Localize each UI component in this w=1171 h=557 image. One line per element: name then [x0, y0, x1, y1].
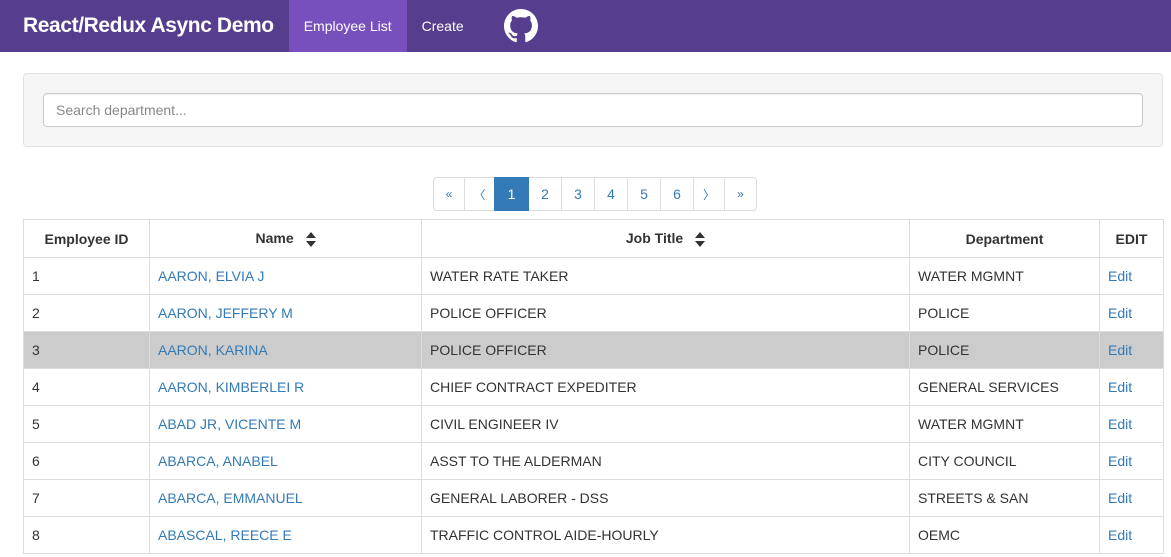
employee-name-link[interactable]: ABARCA, EMMANUEL: [158, 490, 303, 506]
cell-edit[interactable]: Edit: [1099, 442, 1164, 480]
page-6-button[interactable]: 6: [660, 177, 694, 211]
cell-job-title: CIVIL ENGINEER IV: [421, 405, 910, 443]
cell-job-title: CHIEF CONTRACT EXPEDITER: [421, 368, 910, 406]
github-link[interactable]: [479, 0, 538, 52]
table-row[interactable]: 7 ABARCA, EMMANUEL GENERAL LABORER - DSS ST…: [23, 479, 1164, 517]
cell-edit[interactable]: Edit: [1099, 368, 1164, 406]
cell-job-title: POLICE OFFICER: [421, 294, 910, 332]
edit-link[interactable]: Edit: [1108, 268, 1132, 284]
cell-department: GENERAL SERVICES: [909, 368, 1100, 406]
cell-department: WATER MGMNT: [909, 405, 1100, 443]
page-3-button[interactable]: 3: [561, 177, 595, 211]
edit-link[interactable]: Edit: [1108, 490, 1132, 506]
table-row[interactable]: 6 ABARCA, ANABEL ASST TO THE ALDERMAN CITY …: [23, 442, 1164, 480]
table-row[interactable]: 5 ABAD JR, VICENTE M CIVIL ENGINEER IV WATE…: [23, 405, 1164, 443]
cell-name[interactable]: ABASCAL, REECE E: [149, 516, 422, 554]
employee-name-link[interactable]: ABARCA, ANABEL: [158, 453, 278, 469]
nav-create[interactable]: Create: [407, 0, 479, 52]
cell-edit[interactable]: Edit: [1099, 479, 1164, 517]
page-1-button[interactable]: 1: [494, 177, 529, 211]
cell-employee-id: 8: [23, 516, 150, 554]
cell-employee-id: 4: [23, 368, 150, 406]
header-employee-id: Employee ID: [23, 219, 150, 258]
employee-name-link[interactable]: ABAD JR, VICENTE M: [158, 416, 301, 432]
cell-employee-id: 5: [23, 405, 150, 443]
employee-name-link[interactable]: ABASCAL, REECE E: [158, 527, 292, 543]
cell-department: POLICE: [909, 294, 1100, 332]
page-2-button[interactable]: 2: [528, 177, 562, 211]
cell-edit[interactable]: Edit: [1099, 331, 1164, 369]
header-department: Department: [909, 219, 1100, 258]
edit-link[interactable]: Edit: [1108, 342, 1132, 358]
table-row[interactable]: 1 AARON, ELVIA J WATER RATE TAKER WATER MGM…: [23, 257, 1164, 295]
cell-job-title: TRAFFIC CONTROL AIDE-HOURLY: [421, 516, 910, 554]
edit-link[interactable]: Edit: [1108, 527, 1132, 543]
employee-name-link[interactable]: AARON, KARINA: [158, 342, 268, 358]
cell-department: OEMC: [909, 516, 1100, 554]
cell-edit[interactable]: Edit: [1099, 294, 1164, 332]
cell-name[interactable]: ABARCA, ANABEL: [149, 442, 422, 480]
cell-job-title: POLICE OFFICER: [421, 331, 910, 369]
header-edit: EDIT: [1099, 219, 1164, 258]
cell-edit[interactable]: Edit: [1099, 405, 1164, 443]
search-panel: [23, 73, 1163, 147]
header-name[interactable]: Name: [149, 219, 422, 258]
app-brand[interactable]: React/Redux Async Demo: [0, 0, 289, 52]
cell-name[interactable]: AARON, KIMBERLEI R: [149, 368, 422, 406]
table-row[interactable]: 8 ABASCAL, REECE E TRAFFIC CONTROL AIDE-HO…: [23, 516, 1164, 554]
pagination: « 〈 1 2 3 4 5 6 〉 »: [433, 177, 757, 211]
table-row[interactable]: 4 AARON, KIMBERLEI R CHIEF CONTRACT EXPEDI…: [23, 368, 1164, 406]
cell-edit[interactable]: Edit: [1099, 516, 1164, 554]
edit-link[interactable]: Edit: [1108, 379, 1132, 395]
page-4-button[interactable]: 4: [594, 177, 628, 211]
cell-department: STREETS & SAN: [909, 479, 1100, 517]
cell-name[interactable]: ABARCA, EMMANUEL: [149, 479, 422, 517]
cell-employee-id: 7: [23, 479, 150, 517]
sort-icon[interactable]: [695, 231, 706, 247]
page-last-button[interactable]: »: [724, 177, 757, 211]
cell-job-title: WATER RATE TAKER: [421, 257, 910, 295]
nav-employee-list[interactable]: Employee List: [288, 0, 407, 52]
page-first-button[interactable]: «: [433, 177, 465, 211]
cell-job-title: GENERAL LABORER - DSS: [421, 479, 910, 517]
table-row[interactable]: 2 AARON, JEFFERY M POLICE OFFICER POLICE Edi…: [23, 294, 1164, 332]
search-input[interactable]: [43, 93, 1143, 127]
table-body: 1 AARON, ELVIA J WATER RATE TAKER WATER MGM…: [23, 257, 1164, 554]
cell-department: WATER MGMNT: [909, 257, 1100, 295]
cell-name[interactable]: ABAD JR, VICENTE M: [149, 405, 422, 443]
edit-link[interactable]: Edit: [1108, 305, 1132, 321]
cell-department: POLICE: [909, 331, 1100, 369]
cell-employee-id: 3: [23, 331, 150, 369]
employee-table: Employee ID Name Job Title Department ED…: [23, 219, 1164, 554]
cell-employee-id: 2: [23, 294, 150, 332]
edit-link[interactable]: Edit: [1108, 453, 1132, 469]
cell-job-title: ASST TO THE ALDERMAN: [421, 442, 910, 480]
page-5-button[interactable]: 5: [627, 177, 661, 211]
edit-link[interactable]: Edit: [1108, 416, 1132, 432]
cell-name[interactable]: AARON, JEFFERY M: [149, 294, 422, 332]
cell-name[interactable]: AARON, KARINA: [149, 331, 422, 369]
cell-employee-id: 6: [23, 442, 150, 480]
employee-name-link[interactable]: AARON, ELVIA J: [158, 268, 264, 284]
cell-name[interactable]: AARON, ELVIA J: [149, 257, 422, 295]
page-prev-button[interactable]: 〈: [464, 177, 495, 211]
cell-department: CITY COUNCIL: [909, 442, 1100, 480]
top-navbar: React/Redux Async Demo Employee List Cre…: [0, 0, 1171, 52]
page-next-button[interactable]: 〉: [693, 177, 725, 211]
table-row[interactable]: 3 AARON, KARINA POLICE OFFICER POLICE Edit: [23, 331, 1164, 369]
employee-name-link[interactable]: AARON, JEFFERY M: [158, 305, 293, 321]
github-icon: [503, 9, 538, 43]
cell-employee-id: 1: [23, 257, 150, 295]
cell-edit[interactable]: Edit: [1099, 257, 1164, 295]
table-header-row: Employee ID Name Job Title Department ED…: [23, 219, 1164, 258]
sort-icon[interactable]: [305, 231, 316, 247]
header-job-title[interactable]: Job Title: [421, 219, 910, 258]
employee-name-link[interactable]: AARON, KIMBERLEI R: [158, 379, 304, 395]
